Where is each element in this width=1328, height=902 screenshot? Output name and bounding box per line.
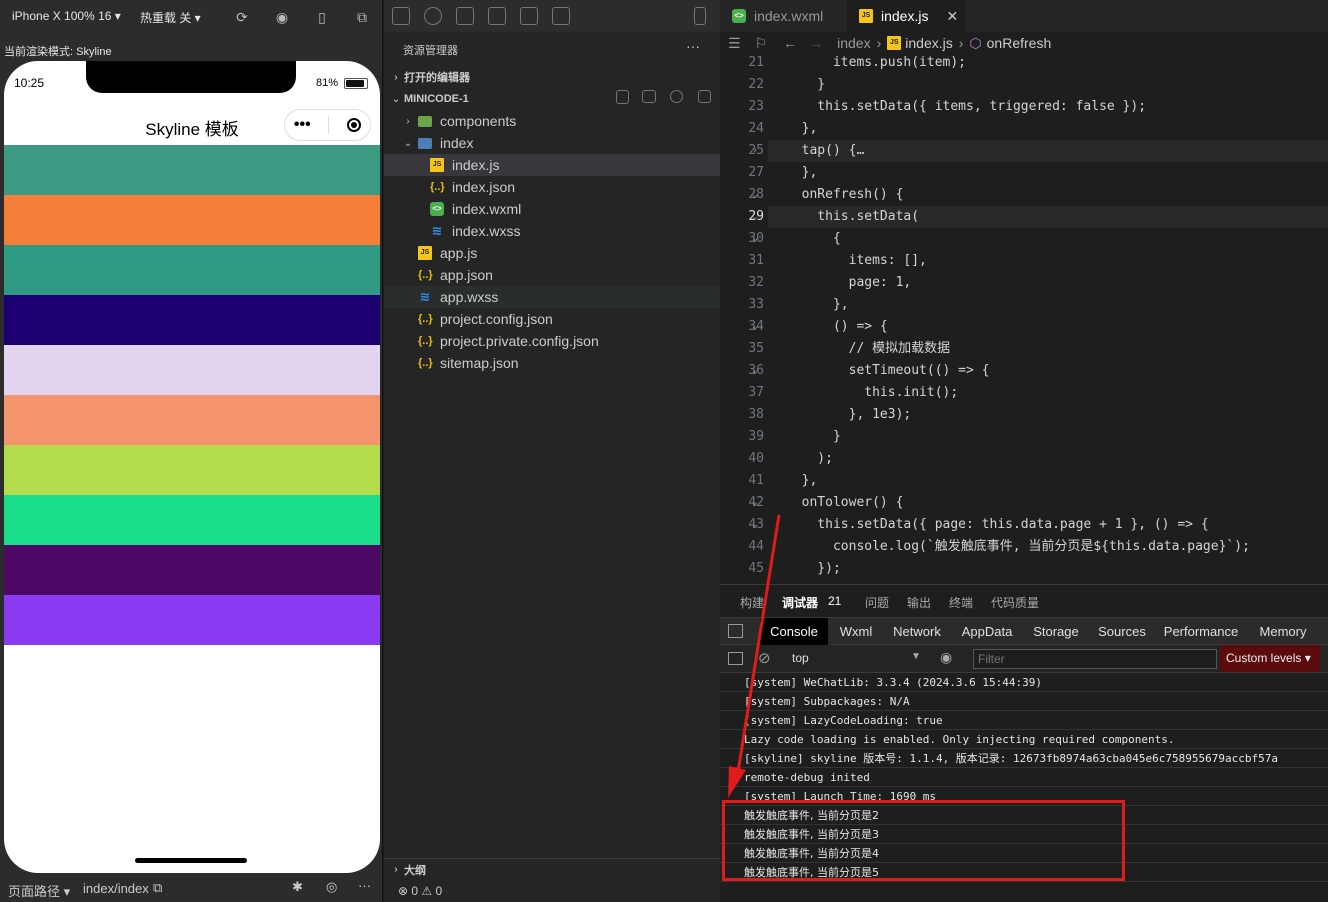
highlight-box xyxy=(722,800,1125,881)
annotation-arrow xyxy=(728,514,781,798)
